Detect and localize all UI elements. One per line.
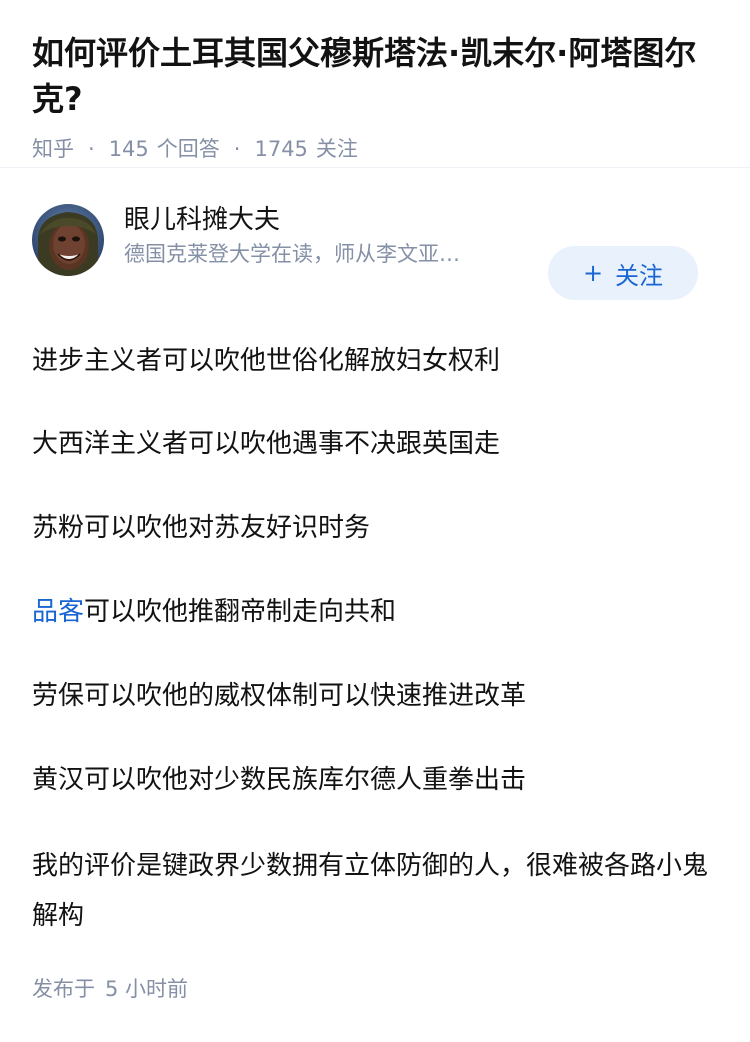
topic-link[interactable]: 品客 xyxy=(32,597,84,627)
question-title[interactable]: 如何评价土耳其国父穆斯塔法·凯末尔·阿塔图尔克? xyxy=(32,30,718,122)
published-label: 发布于 xyxy=(32,977,95,1001)
author-info: 眼儿科摊大夫 德国克莱登大学在读，师从李文亚… xyxy=(124,202,534,270)
follow-count-label: 关注 xyxy=(315,137,358,161)
answer-paragraph: 进步主义者可以吹他世俗化解放妇女权利 xyxy=(32,346,501,376)
follow-author-button[interactable]: + 关注 xyxy=(548,246,698,300)
plus-icon: + xyxy=(582,259,604,287)
meta-separator: · xyxy=(88,137,95,161)
published-time: 5 小时前 xyxy=(105,977,189,1001)
answer-paragraph: 大西洋主义者可以吹他遇事不决跟英国走 xyxy=(32,429,501,459)
paragraph-text: 可以吹他推翻帝制走向共和 xyxy=(84,597,397,627)
answer-count: 145 xyxy=(108,137,149,161)
meta-separator: · xyxy=(233,137,241,161)
question-header: 如何评价土耳其国父穆斯塔法·凯末尔·阿塔图尔克? 知乎 · 145 个回答 · … xyxy=(0,0,750,168)
question-meta: 知乎 · 145 个回答 · 1745 关注 xyxy=(32,134,718,164)
publish-time: 发布于 5 小时前 xyxy=(32,972,188,1006)
follow-count: 1745 xyxy=(254,137,308,161)
answer-paragraph: 苏粉可以吹他对苏友好识时务 xyxy=(32,513,371,543)
answer-paragraph: 品客可以吹他推翻帝制走向共和 xyxy=(32,589,722,635)
answer-paragraph: 劳保可以吹他的威权体制可以快速推进改革 xyxy=(32,681,527,711)
author-name[interactable]: 眼儿科摊大夫 xyxy=(124,202,534,238)
avatar[interactable] xyxy=(32,204,104,276)
author-bio: 德国克莱登大学在读，师从李文亚… xyxy=(124,242,460,266)
follow-button-label: 关注 xyxy=(615,261,664,290)
avatar-image xyxy=(32,204,104,276)
answer-paragraph: 黄汉可以吹他对少数民族库尔德人重拳出击 xyxy=(32,765,527,795)
answer-paragraph: 我的评价是键政界少数拥有立体防御的人，很难被各路小鬼解构 xyxy=(32,851,709,931)
source-label[interactable]: 知乎 xyxy=(32,134,74,164)
answer-count-label: 个回答 xyxy=(156,137,220,161)
